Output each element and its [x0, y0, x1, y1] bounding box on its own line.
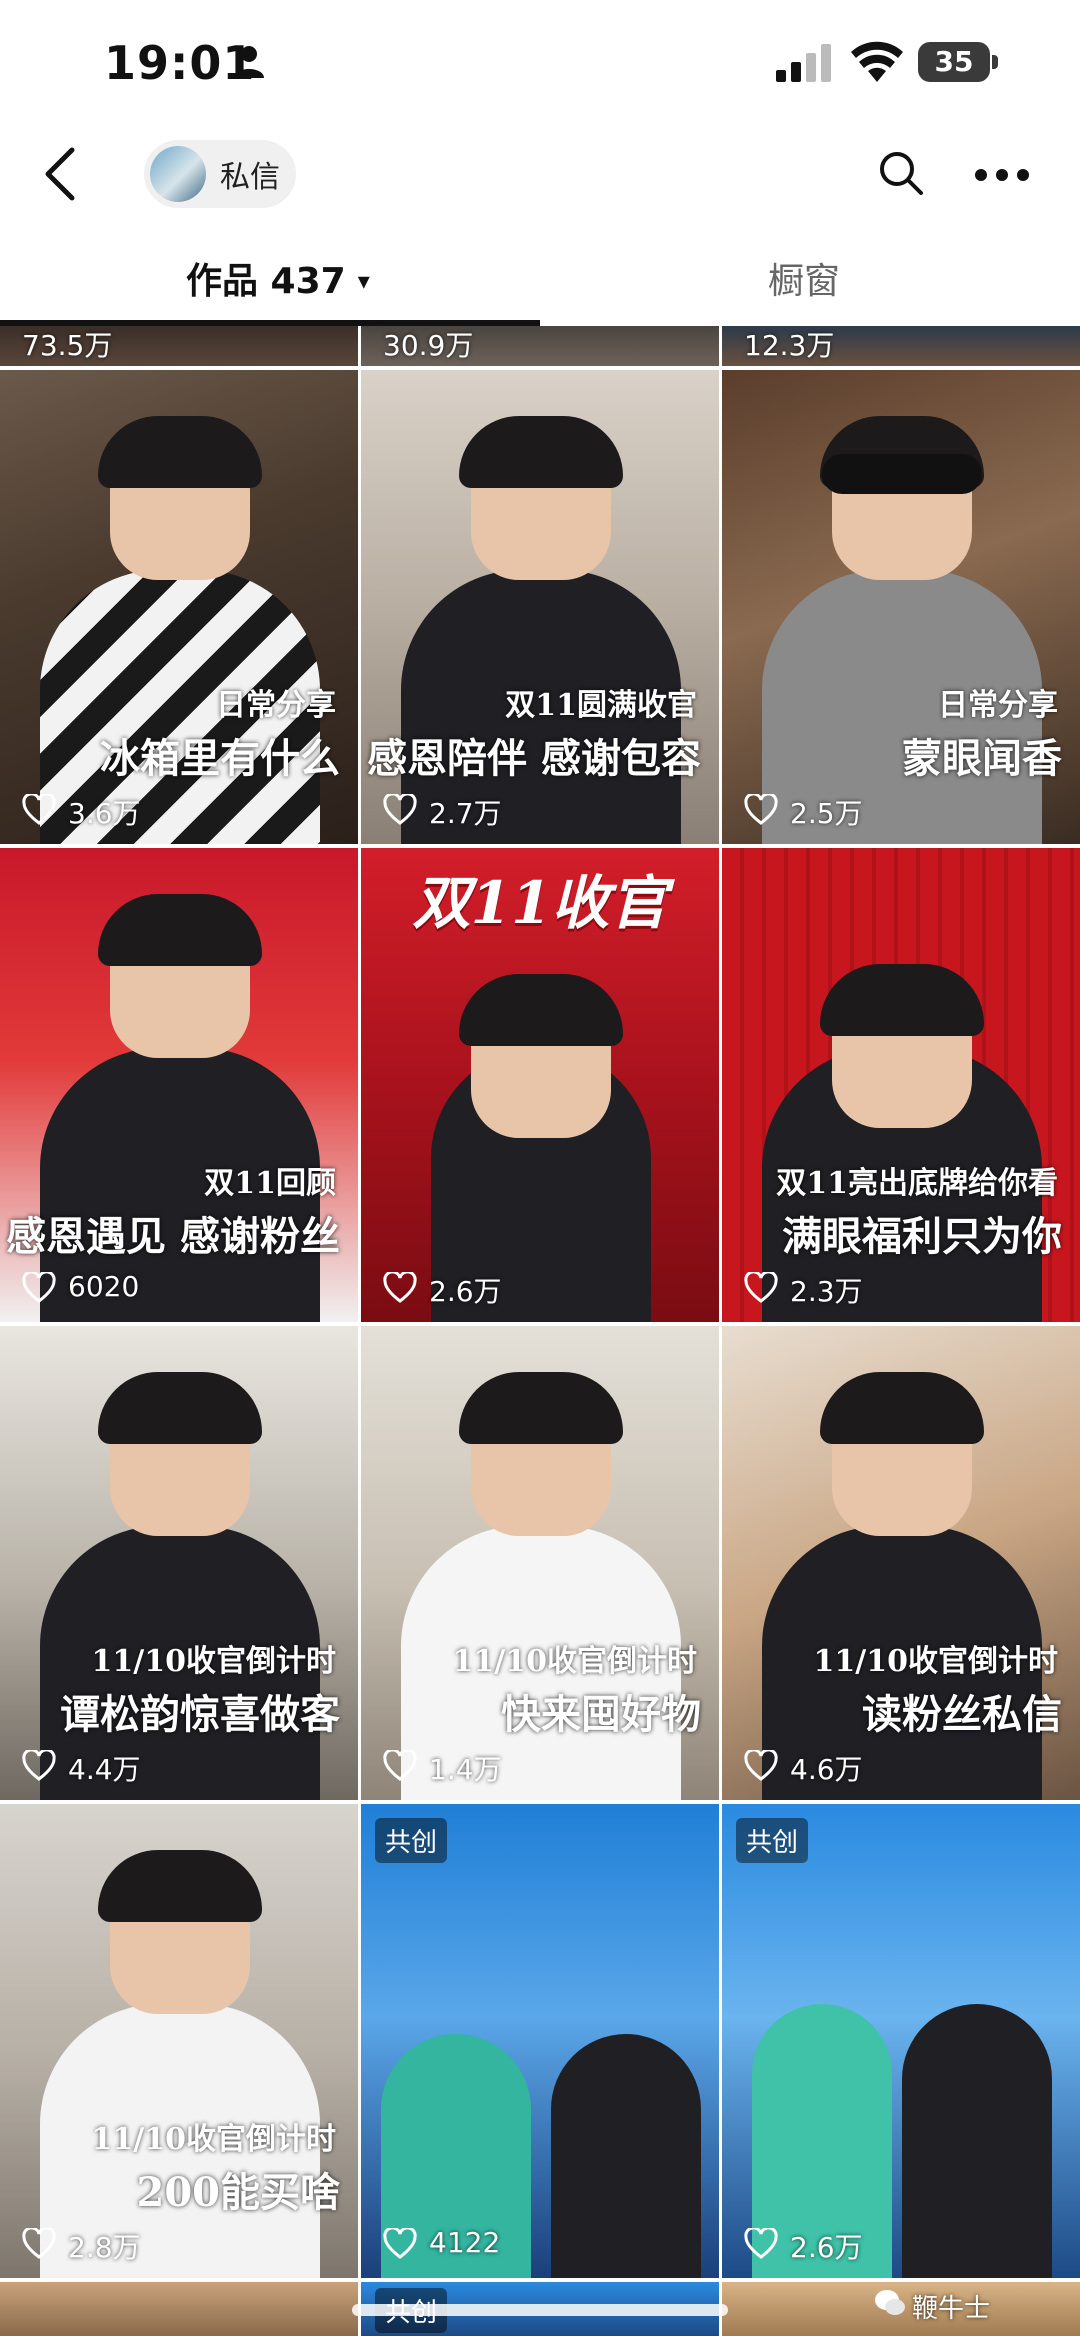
heart-icon — [744, 1750, 778, 1781]
video-grid: 73.5万 30.9万 12.3万 日常分享 冰箱里有什么 3.6万 双11圆满… — [0, 326, 1080, 2336]
heart-icon — [383, 1750, 417, 1781]
caption-main: 感恩陪伴 感谢包容 — [367, 735, 701, 782]
heart-icon — [22, 1750, 56, 1781]
caption-top: 双11回顾 — [204, 1166, 336, 1201]
heart-icon — [22, 2228, 56, 2259]
video-tile[interactable]: 共创 2.6万 — [722, 1804, 1080, 2278]
caption-top: 日常分享 — [938, 688, 1058, 723]
likes-count: 2.5万 — [790, 797, 863, 830]
collab-badge: 共创 — [736, 1818, 809, 1863]
direct-message-button[interactable]: 私信 — [144, 140, 296, 208]
video-tile[interactable]: 11/10收官倒计时 快来囤好物 1.4万 — [361, 1326, 719, 1800]
wechat-icon — [875, 2290, 905, 2315]
heart-icon — [744, 794, 778, 825]
likes-count: 2.6万 — [790, 2231, 863, 2264]
heart-icon — [22, 1272, 56, 1303]
heart-icon — [744, 2228, 778, 2259]
caption-top: 双11亮出底牌给你看 — [776, 1166, 1058, 1201]
video-tile[interactable]: 双11亮出底牌给你看 满眼福利只为你 2.3万 — [722, 848, 1080, 1322]
video-tile[interactable]: 73.5万 — [0, 326, 358, 366]
heart-icon — [383, 2228, 417, 2259]
heart-icon — [383, 1272, 417, 1303]
video-tile[interactable]: 11/10收官倒计时 读粉丝私信 4.6万 — [722, 1326, 1080, 1800]
video-tile[interactable]: 日常分享 冰箱里有什么 3.6万 — [0, 370, 358, 844]
heart-icon — [22, 794, 56, 825]
battery-icon: 35 — [918, 42, 1000, 82]
status-bar: 19:01 35 — [0, 0, 1080, 130]
tab-works-label: 作品 437 — [186, 261, 346, 302]
tab-showcase[interactable]: 橱窗 — [768, 252, 840, 304]
caption-main: 感恩遇见 感谢粉丝 — [6, 1213, 340, 1260]
caption-top: 11/10收官倒计时 — [452, 1644, 697, 1679]
likes-count: 1.4万 — [429, 1753, 502, 1786]
likes-count: 2.7万 — [429, 797, 502, 830]
likes-count: 12.3万 — [744, 329, 835, 362]
video-tile[interactable]: 30.9万 — [361, 326, 719, 366]
likes-count: 4.4万 — [68, 1753, 141, 1786]
caption-main: 快来囤好物 — [501, 1691, 701, 1738]
avatar — [150, 146, 206, 202]
caption-main: 200能买啥 — [136, 2169, 341, 2216]
caption-main: 冰箱里有什么 — [100, 735, 340, 782]
more-options-icon[interactable] — [974, 168, 1030, 182]
tab-works[interactable]: 作品 437 ▾ — [186, 252, 370, 304]
direct-message-label: 私信 — [220, 160, 280, 195]
likes-count: 3.6万 — [68, 797, 141, 830]
likes-count: 2.8万 — [68, 2231, 141, 2264]
search-icon[interactable] — [878, 150, 924, 196]
video-tile[interactable]: 12.3万 — [722, 326, 1080, 366]
back-arrow-icon[interactable] — [40, 146, 80, 202]
video-tile[interactable]: 11/10收官倒计时 谭松韵惊喜做客 4.4万 — [0, 1326, 358, 1800]
likes-count: 30.9万 — [383, 329, 474, 362]
heart-icon — [744, 1272, 778, 1303]
likes-count: 73.5万 — [22, 329, 113, 362]
video-banner: 双11收官 — [412, 869, 668, 937]
caption-top: 11/10收官倒计时 — [91, 1644, 336, 1679]
caption-main: 谭松韵惊喜做客 — [60, 1691, 340, 1738]
likes-count: 4.6万 — [790, 1753, 863, 1786]
heart-icon — [383, 794, 417, 825]
home-indicator[interactable] — [352, 2304, 728, 2316]
video-tile[interactable]: 日常分享 蒙眼闻香 2.5万 — [722, 370, 1080, 844]
likes-count: 2.6万 — [429, 1275, 502, 1308]
likes-count: 6020 — [68, 1270, 140, 1303]
watermark: 鞭牛士 — [912, 2294, 991, 2324]
video-tile[interactable] — [0, 2282, 358, 2336]
likes-count: 2.3万 — [790, 1275, 863, 1308]
caption-top: 11/10收官倒计时 — [91, 2122, 336, 2157]
caption-top: 日常分享 — [216, 688, 336, 723]
caption-main: 满眼福利只为你 — [782, 1213, 1062, 1260]
caption-top: 双11圆满收官 — [505, 688, 697, 723]
likes-count: 4122 — [429, 2226, 501, 2259]
video-tile[interactable]: 双11收官 2.6万 — [361, 848, 719, 1322]
caption-main: 蒙眼闻香 — [902, 735, 1062, 782]
signal-icon — [776, 44, 831, 82]
caption-top: 11/10收官倒计时 — [813, 1644, 1058, 1679]
video-tile[interactable]: 共创 4122 — [361, 1804, 719, 2278]
wifi-icon — [851, 41, 903, 82]
video-tile[interactable]: 双11回顾 感恩遇见 感谢粉丝 6020 — [0, 848, 358, 1322]
video-tile[interactable]: 双11圆满收官 感恩陪伴 感谢包容 2.7万 — [361, 370, 719, 844]
collab-badge: 共创 — [375, 1818, 448, 1863]
chevron-down-icon: ▾ — [357, 267, 370, 295]
battery-level: 35 — [918, 42, 990, 82]
person-icon — [234, 46, 264, 78]
video-tile[interactable]: 11/10收官倒计时 200能买啥 2.8万 — [0, 1804, 358, 2278]
caption-main: 读粉丝私信 — [862, 1691, 1062, 1738]
